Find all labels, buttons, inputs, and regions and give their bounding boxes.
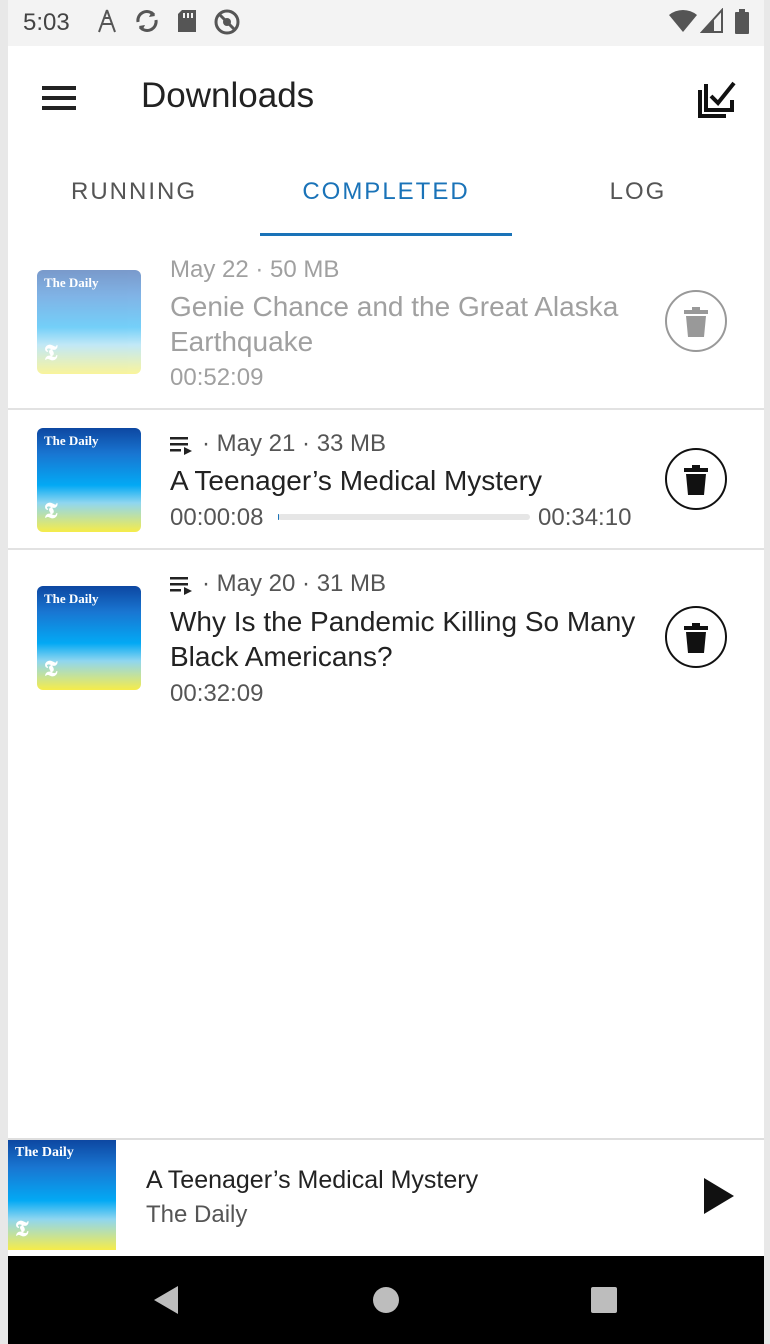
wifi-icon (669, 9, 697, 32)
tab-running[interactable]: RUNNING (8, 150, 260, 236)
cover-title: The Daily (44, 591, 99, 606)
episode-meta: · May 21 · 33 MB (170, 430, 386, 458)
nyt-logo-icon: 𝕿 (44, 498, 58, 523)
episode-position: 00:00:08 (170, 504, 264, 531)
trash-icon (684, 465, 708, 495)
delete-button[interactable] (665, 448, 727, 510)
hamburger-menu-icon[interactable] (34, 74, 82, 122)
episode-meta: May 22 · 50 MB (170, 256, 340, 283)
cell-signal-icon (700, 8, 723, 33)
player-podcast: The Daily (146, 1201, 248, 1228)
cover-title: The Daily (44, 275, 99, 290)
system-nav-bar (8, 1256, 764, 1344)
episode-duration: 00:32:09 (170, 680, 264, 707)
list-item[interactable]: The Daily 𝕿 May 22 · 50 MB Genie Chance … (8, 236, 764, 410)
playback-progress (278, 514, 530, 520)
nyt-logo-icon: 𝕿 (15, 1216, 29, 1241)
page-title: Downloads (141, 76, 315, 115)
list-item[interactable]: The Daily 𝕿 · May 21 · 33 MB A Teenager’… (8, 410, 764, 550)
list-item[interactable]: The Daily 𝕿 · May 20 · 31 MB Why Is the … (8, 550, 764, 722)
app-bar: Downloads (8, 46, 764, 150)
episode-cover: The Daily 𝕿 (37, 428, 141, 532)
episode-title: Why Is the Pandemic Killing So Many Blac… (170, 606, 636, 672)
sync-icon (136, 10, 158, 32)
episode-meta-text: · May 21 · 33 MB (202, 430, 387, 457)
nyt-logo-icon: 𝕿 (44, 656, 58, 681)
episode-meta-text: · May 20 · 31 MB (202, 570, 387, 597)
back-icon[interactable] (148, 1282, 184, 1318)
antenna-icon (98, 9, 116, 33)
recents-icon[interactable] (586, 1282, 622, 1318)
play-icon[interactable] (698, 1176, 738, 1216)
do-not-disturb-icon (214, 9, 240, 35)
episode-title: A Teenager’s Medical Mystery (170, 465, 542, 496)
mini-player[interactable]: The Daily 𝕿 A Teenager’s Medical Mystery… (8, 1138, 764, 1250)
cover-title: The Daily (15, 1145, 74, 1160)
episode-meta: · May 20 · 31 MB (170, 570, 386, 598)
delete-button[interactable] (665, 290, 727, 352)
playback-progress-fill (278, 514, 279, 520)
checkbox-select-icon[interactable] (694, 72, 744, 122)
home-icon[interactable] (368, 1282, 404, 1318)
player-cover: The Daily 𝕿 (8, 1140, 116, 1250)
sd-card-icon (178, 10, 196, 32)
status-bar: 5:03 (8, 0, 764, 46)
status-time: 5:03 (23, 9, 70, 36)
trash-icon (684, 307, 708, 337)
episode-cover: The Daily 𝕿 (37, 270, 141, 374)
nyt-logo-icon: 𝕿 (44, 340, 58, 365)
cover-title: The Daily (44, 433, 99, 448)
trash-icon (684, 623, 708, 653)
delete-button[interactable] (665, 606, 727, 668)
screen: 5:03 Downloads RUNNING COMPLETED LOG The… (8, 0, 764, 1344)
episode-duration: 00:52:09 (170, 364, 264, 391)
episode-cover: The Daily 𝕿 (37, 586, 141, 690)
player-title: A Teenager’s Medical Mystery (146, 1166, 479, 1194)
queue-icon (170, 436, 192, 455)
battery-icon (735, 9, 749, 34)
episode-title: Genie Chance and the Great Alaska Earthq… (170, 291, 619, 357)
tab-completed[interactable]: COMPLETED (260, 150, 512, 236)
tab-bar: RUNNING COMPLETED LOG (8, 150, 764, 236)
episode-duration: 00:34:10 (538, 504, 632, 531)
tab-log[interactable]: LOG (512, 150, 764, 236)
queue-icon (170, 576, 192, 595)
